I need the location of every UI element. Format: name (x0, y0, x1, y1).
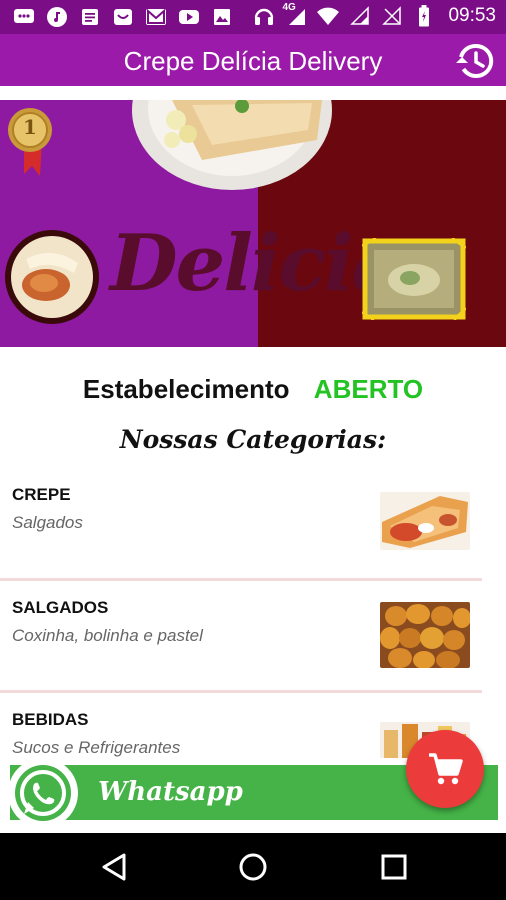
recents-icon (381, 854, 407, 880)
history-button[interactable] (454, 40, 496, 82)
system-icons: 4G 09:53 (252, 2, 496, 27)
category-name: SALGADOS (12, 598, 109, 617)
battery-icon (412, 5, 436, 27)
home-icon (239, 853, 267, 881)
establishment-status: Estabelecimento ABERTO (0, 374, 506, 405)
categories-title: Nossas Categorias: (119, 425, 387, 454)
note-icon (78, 6, 102, 28)
whatsapp-icon (15, 765, 71, 821)
signal-icon (348, 5, 372, 27)
bag-icon (111, 6, 135, 28)
whatsapp-label[interactable]: Whatsapp (98, 777, 243, 807)
recents-button[interactable] (372, 845, 416, 889)
message-icon (12, 6, 36, 28)
category-image (380, 602, 470, 668)
wifi-icon (316, 5, 340, 27)
signal-4g-icon: 4G (282, 2, 308, 27)
image-icon (210, 6, 234, 28)
banner-word: Delicia (110, 218, 402, 309)
category-item-salgados[interactable]: SALGADOS Coxinha, bolinha e pastel (0, 580, 506, 692)
youtube-icon (177, 6, 201, 28)
clock: 09:53 (448, 5, 496, 26)
category-description: Salgados (12, 513, 83, 532)
category-name: CREPE (12, 485, 71, 504)
crepe-photo (5, 230, 99, 324)
back-icon (102, 853, 126, 881)
category-item-crepe[interactable]: CREPE Salgados (0, 467, 506, 579)
status-bar: 4G 09:53 (0, 0, 506, 34)
headphones-icon (252, 5, 276, 27)
home-button[interactable] (231, 845, 275, 889)
music-icon (45, 6, 69, 28)
framed-photo (362, 238, 466, 320)
medal-number: 1 (23, 115, 37, 139)
promo-banner: 1 Delicia (0, 100, 506, 347)
history-icon (456, 43, 494, 78)
status-badge: ABERTO (313, 374, 424, 404)
gmail-icon (144, 6, 168, 28)
category-description: Sucos e Refrigerantes (12, 738, 181, 757)
app-title: Crepe Delícia Delivery (123, 46, 383, 76)
notification-icons (12, 6, 234, 28)
signal-empty-icon (380, 5, 404, 27)
category-image (380, 492, 470, 550)
network-label: 4G (282, 2, 296, 13)
cart-button[interactable] (406, 730, 484, 808)
cart-icon (429, 753, 463, 785)
whatsapp-logo[interactable] (8, 758, 78, 828)
back-button[interactable] (92, 845, 136, 889)
plate-image (132, 100, 332, 190)
establishment-label: Estabelecimento (82, 374, 290, 404)
category-description: Coxinha, bolinha e pastel (12, 626, 203, 645)
app-bar: Crepe Delícia Delivery (0, 34, 506, 86)
category-name: BEBIDAS (12, 710, 89, 729)
navigation-bar (0, 833, 506, 900)
